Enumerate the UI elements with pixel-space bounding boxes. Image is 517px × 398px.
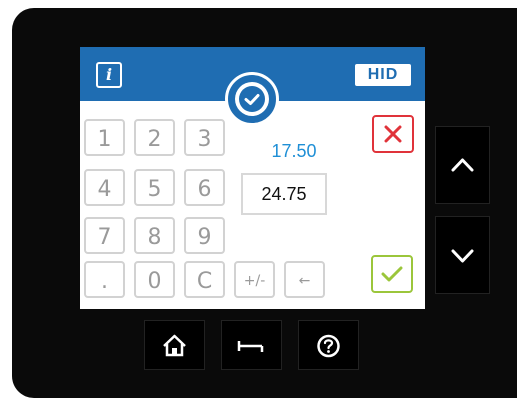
confirm-badge [225, 72, 279, 126]
scroll-down-button[interactable] [435, 216, 490, 294]
confirm-badge-ring [235, 82, 269, 116]
help-icon [317, 334, 340, 358]
key-7[interactable]: 7 [84, 217, 125, 254]
close-icon [384, 125, 402, 143]
key-plus-minus[interactable]: +/- [234, 261, 275, 298]
chevron-up-icon [451, 158, 474, 172]
key-1[interactable]: 1 [84, 119, 125, 156]
cancel-button[interactable] [372, 115, 414, 153]
back-button[interactable] [221, 320, 282, 370]
key-6[interactable]: 6 [184, 169, 225, 206]
scroll-up-button[interactable] [435, 126, 490, 204]
key-backspace[interactable]: ← [284, 261, 325, 298]
ok-button[interactable] [371, 255, 413, 293]
key-clear[interactable]: C [184, 261, 225, 298]
help-button[interactable] [298, 320, 359, 370]
home-icon [163, 334, 186, 357]
chevron-down-icon [451, 249, 474, 263]
check-icon [381, 266, 403, 282]
reference-value: 17.50 [271, 141, 317, 161]
brand-logo: HID [355, 64, 411, 86]
info-button[interactable]: i [96, 62, 122, 88]
key-decimal[interactable]: . [84, 261, 125, 298]
key-8[interactable]: 8 [134, 217, 175, 254]
key-9[interactable]: 9 [184, 217, 225, 254]
home-button[interactable] [144, 320, 205, 370]
back-arrow-icon [237, 341, 264, 352]
key-2[interactable]: 2 [134, 119, 175, 156]
key-3[interactable]: 3 [184, 119, 225, 156]
check-circle-icon [239, 86, 265, 112]
key-5[interactable]: 5 [134, 169, 175, 206]
key-0[interactable]: 0 [134, 261, 175, 298]
value-entry-field[interactable]: 24.75 [241, 173, 327, 215]
touch-screen: i HID 1 2 3 4 5 6 7 8 9 . 0 C +/- ← 17.5… [80, 47, 425, 309]
key-4[interactable]: 4 [84, 169, 125, 206]
